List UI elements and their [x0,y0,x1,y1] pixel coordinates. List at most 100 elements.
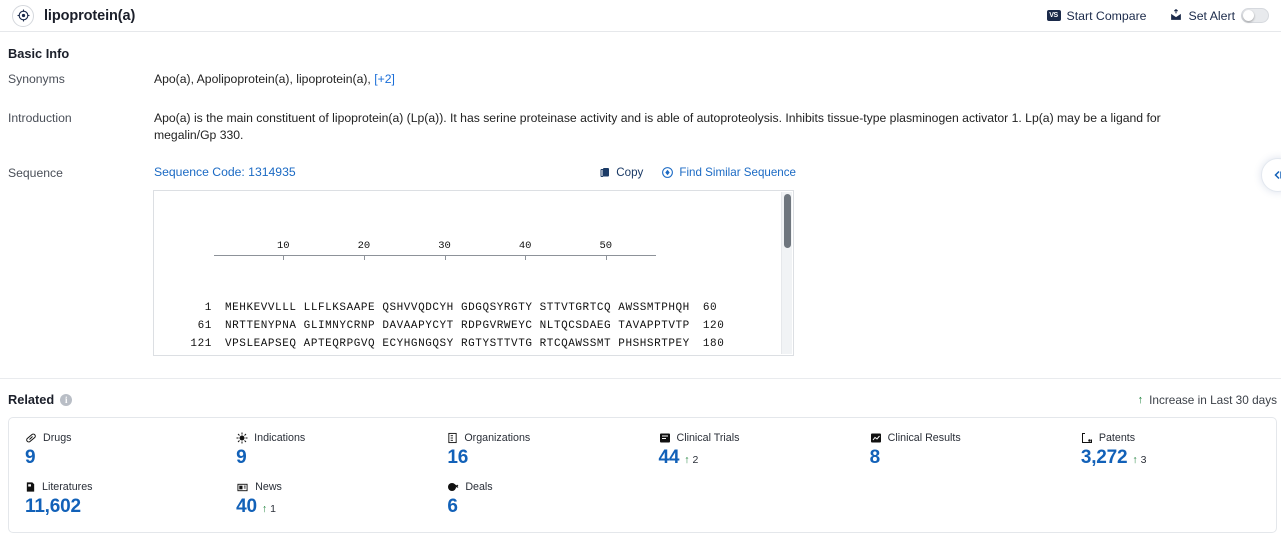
stat-header: Indications [236,432,431,444]
ruler-tick-mark [525,255,527,260]
stat-value: 6 [447,496,458,517]
sequence-header-bar: Sequence Code: 1314935 Copy Find Similar… [154,165,796,179]
stat-header: Organizations [447,432,642,444]
sequence-row-residues: MEHKEVVLLL LLFLKSAAPE QSHVVQDCYH GDGQSYR… [225,302,690,314]
stat-drugs[interactable]: Drugs 9 [9,428,220,477]
find-similar-icon [661,166,674,179]
stat-value-group: 8 [870,447,1065,469]
stat-clinical-results[interactable]: Clinical Results 8 [854,428,1065,477]
stat-news[interactable]: News 40 ↑ 1 [220,477,431,526]
arrow-up-icon: ↑ [1137,393,1144,406]
synonyms-row: Synonyms Apo(a), Apolipoprotein(a), lipo… [0,61,1281,88]
related-header: Related i ↑ Increase in Last 30 days [0,378,1281,407]
sequence-row-start: 121 [190,338,212,350]
synonyms-more-link[interactable]: [+2] [374,72,395,86]
sequence-row-end: 180 [702,338,725,350]
ruler-tick-mark [444,255,446,260]
ruler-tick-mark [283,255,285,260]
stat-delta: ↑ 2 [684,454,698,466]
stat-value: 44 [658,447,680,468]
sequence-row-start: 61 [197,320,212,332]
stat-value: 3,272 [1080,447,1128,468]
header-actions: VS Start Compare Set Alert [1046,8,1273,23]
ruler-tick-label: 30 [438,240,451,252]
arrow-up-icon: ↑ [261,503,268,515]
stat-label: Clinical Trials [676,432,740,444]
related-stats-grid: Drugs 9 Indications 9 Organizations 16 Clinica… [8,417,1277,533]
app-header: lipoprotein(a) VS Start Compare Set Aler… [0,0,1281,32]
main-content: Basic Info Synonyms Apo(a), Apolipoprote… [0,32,1281,533]
chevron-left-icon [1272,169,1281,181]
sequence-row: 181YPNAGLIMNY CRNPDAVAAP YCYTRDPGVR WEYC… [154,353,793,355]
clinical-trial-icon [659,432,671,444]
virus-icon [236,432,248,444]
set-alert-control[interactable]: Set Alert [1169,8,1269,23]
arrow-up-icon: ↑ [1132,454,1138,466]
stat-header: Clinical Results [870,432,1065,444]
stat-value-group: 3,272 ↑ 3 [1081,447,1276,469]
introduction-value: Apo(a) is the main constituent of lipopr… [154,111,1161,142]
increase-legend-label: Increase in Last 30 days [1149,392,1277,407]
stat-label: Literatures [42,481,93,493]
sequence-code-link[interactable]: Sequence Code: 1314935 [154,165,296,179]
ruler-tick-label: 50 [599,240,613,252]
sequence-row: 121 VPSLEAPSEQ APTEQRPGVQ ECYHGNGQSY RGTY… [154,335,793,353]
stat-value-group: 40 ↑ 1 [236,496,431,518]
sequence-rows: 1 MEHKEVVLLL LLFLKSAAPE QSHVVQDCYH GDGQSY… [154,299,793,355]
stat-value: 16 [447,447,469,468]
sequence-ruler: 10 20 30 40 50 [192,237,752,263]
stat-patents[interactable]: Patents 3,272 ↑ 3 [1065,428,1276,477]
sequence-content: 10 20 30 40 50 1 MEHKEVVLLL LLFLKSAAPE QSHVVQ… [154,191,793,355]
stat-value-group: 9 [236,447,431,469]
patent-icon [1081,432,1093,444]
synonyms-label: Synonyms [8,72,65,86]
stat-indications[interactable]: Indications 9 [220,428,431,477]
related-title: Related [8,392,55,407]
stat-clinical-trials[interactable]: Clinical Trials 44 ↑ 2 [643,428,854,477]
stat-header: Literatures [25,481,220,493]
stat-label: Drugs [43,432,72,444]
stat-value: 8 [869,447,881,468]
set-alert-label: Set Alert [1188,8,1235,23]
sequence-scrollbar[interactable] [781,192,792,354]
alert-toggle-switch[interactable] [1241,8,1269,23]
stat-header: Patents [1081,432,1276,444]
increase-legend: ↑ Increase in Last 30 days [1138,393,1277,407]
ruler-tick-mark [605,255,607,260]
stat-value: 9 [236,447,247,468]
sequence-scrollbar-thumb[interactable] [784,194,791,248]
ruler-tick-label: 10 [276,240,290,252]
stat-value: 40 [236,496,257,517]
copy-button[interactable]: Copy [599,166,643,179]
introduction-label: Introduction [8,111,72,125]
stat-value: 11,602 [25,496,81,517]
sequence-row-residues: YPNAGLIMNY CRNPDAVAAP YCYTRDPGVR WEYCNLT… [212,353,690,355]
basic-info-heading: Basic Info [8,46,70,61]
sequence-row-residues: NRTTENYPNA GLIMNYCRNP DAVAAPYCYT RDPGVRW… [225,320,690,332]
info-icon[interactable]: i [60,393,73,406]
sequence-viewer[interactable]: 10 20 30 40 50 1 MEHKEVVLLL LLFLKSAAPE QSHVVQ… [153,190,794,356]
pill-icon [25,432,37,444]
stat-value-group: 16 [447,447,642,469]
sequence-row-start: 181 [164,353,212,355]
sequence-row: 1 MEHKEVVLLL LLFLKSAAPE QSHVVQDCYH GDGQSY… [154,299,793,317]
start-compare-button[interactable]: VS Start Compare [1046,9,1147,23]
synonyms-value-group: Apo(a), Apolipoprotein(a), lipoprotein(a… [154,71,395,88]
stat-value: 9 [25,447,36,468]
alert-bell-icon [1169,9,1183,22]
stat-header: Deals [447,481,642,493]
sequence-row: 61 NRTTENYPNA GLIMNYCRNP DAVAAPYCYT RDPGV… [154,317,793,335]
building-icon [447,432,458,444]
stat-literatures[interactable]: Literatures 11,602 [9,477,220,526]
find-similar-sequence-button[interactable]: Find Similar Sequence [661,166,796,179]
stat-organizations[interactable]: Organizations 16 [431,428,642,477]
target-circle-icon [12,4,34,27]
sequence-row-residues: VPSLEAPSEQ APTEQRPGVQ ECYHGNGQSY RGTYSTT… [225,338,690,350]
stat-deals[interactable]: Deals 6 [431,477,642,526]
copy-icon [599,166,611,179]
ruler-tick-mark [363,255,365,260]
introduction-row: Introduction Apo(a) is the main constitu… [0,88,1281,144]
stat-value-group: 6 [447,496,642,518]
sequence-row-end: 240 [690,353,725,355]
find-similar-label: Find Similar Sequence [679,165,796,179]
